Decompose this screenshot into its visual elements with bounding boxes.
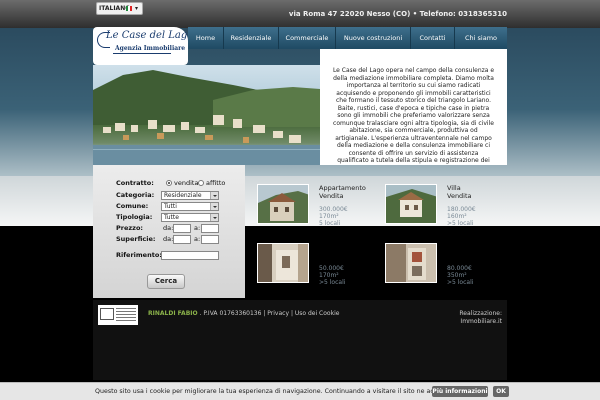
listing-area: 160m² bbox=[447, 213, 467, 220]
nav-chi-siamo[interactable]: Chi siamo bbox=[455, 27, 507, 49]
credits-label: Realizzazione: bbox=[459, 310, 502, 317]
logo-subtitle: Agenzia Immobiliare bbox=[115, 45, 186, 52]
categoria-select[interactable]: Residenziale bbox=[161, 191, 219, 200]
listing-photo[interactable] bbox=[385, 184, 437, 224]
listing-price: 80.000€ bbox=[447, 265, 472, 272]
cookie-ok-button[interactable]: OK bbox=[493, 386, 509, 397]
fiaip-logo bbox=[98, 305, 138, 325]
vendita-label: vendita bbox=[174, 179, 199, 187]
cookie-policy-link[interactable]: Uso dei Cookie bbox=[295, 310, 340, 317]
footer: RINALDI FABIO . P.IVA 01763360136 | Priv… bbox=[93, 300, 507, 380]
listing-area: 350m² bbox=[447, 272, 467, 279]
phone-label: Telefono: bbox=[419, 10, 456, 18]
prezzo-da-input[interactable] bbox=[173, 224, 191, 233]
cookie-message: Questo sito usa i cookie per migliorare … bbox=[95, 388, 467, 395]
cerca-button[interactable]: Cerca bbox=[147, 274, 185, 289]
listing-photo[interactable] bbox=[257, 243, 309, 283]
listing-price: 50.000€ bbox=[319, 265, 344, 272]
nav-contatti[interactable]: Contatti bbox=[411, 27, 455, 49]
tipologia-value: Tutte bbox=[164, 214, 179, 221]
chevron-down-icon bbox=[210, 214, 218, 221]
main-nav: Home Residenziale Commerciale Nuove cost… bbox=[188, 27, 507, 49]
footer-legal: RINALDI FABIO . P.IVA 01763360136 | Priv… bbox=[148, 310, 339, 317]
footer-separator: | bbox=[290, 310, 293, 317]
chevron-down-icon bbox=[210, 192, 218, 199]
address: via Roma 47 22020 Nesso (CO) bbox=[288, 10, 411, 18]
search-panel: Contratto: vendita affitto Categoria: Re… bbox=[93, 165, 245, 298]
contact-separator: • bbox=[412, 10, 418, 18]
logo-title: Le Case del Lago bbox=[106, 30, 194, 41]
listing-price: 300.000€ bbox=[319, 206, 348, 213]
language-select[interactable]: ITALIANO ▾ bbox=[96, 2, 143, 15]
fiaip-logo-mark bbox=[100, 308, 114, 320]
listing-title: Appartamento Vendita bbox=[319, 184, 366, 200]
intro-text: Le Case del Lago opera nel campo della c… bbox=[332, 67, 495, 165]
nav-home[interactable]: Home bbox=[188, 27, 224, 49]
listing-rooms: >5 locali bbox=[447, 279, 474, 286]
listing-rooms: >5 locali bbox=[447, 220, 474, 227]
prezzo-label: Prezzo: bbox=[116, 224, 144, 232]
listing-title: Villa Vendita bbox=[447, 184, 472, 200]
lake-photo bbox=[93, 65, 320, 165]
riferimento-input[interactable] bbox=[161, 251, 219, 260]
comune-value: Tutti bbox=[164, 203, 177, 210]
affitto-label: affitto bbox=[206, 179, 226, 187]
cookie-banner: Questo sito usa i cookie per migliorare … bbox=[0, 382, 600, 400]
listing-card[interactable]: Appartamento Vendita 300.000€ 170m² 5 loc… bbox=[257, 184, 366, 230]
superficie-da-input[interactable] bbox=[173, 235, 191, 244]
listing-photo[interactable] bbox=[257, 184, 309, 224]
listing-rooms: 5 locali bbox=[319, 220, 341, 227]
nav-commerciale[interactable]: Commerciale bbox=[279, 27, 336, 49]
phone-number: 0318365310 bbox=[458, 10, 507, 18]
categoria-label: Categoria: bbox=[116, 191, 155, 199]
prezzo-da-label: da: bbox=[163, 224, 174, 232]
listing-photo[interactable] bbox=[385, 243, 437, 283]
affitto-radio[interactable] bbox=[198, 180, 204, 186]
prezzo-a-label: a: bbox=[194, 224, 201, 232]
fiaip-logo-text-lines bbox=[116, 308, 136, 309]
tipologia-label: Tipologia: bbox=[116, 213, 153, 221]
contratto-label: Contratto: bbox=[116, 179, 154, 187]
superficie-a-label: a: bbox=[194, 235, 201, 243]
comune-label: Comune: bbox=[116, 202, 149, 210]
prezzo-a-input[interactable] bbox=[201, 224, 219, 233]
contact-info: via Roma 47 22020 Nesso (CO) • Telefono:… bbox=[289, 10, 507, 18]
superficie-da-label: da: bbox=[163, 235, 174, 243]
nav-nuove-costruzioni[interactable]: Nuove costruzioni bbox=[336, 27, 411, 49]
listing-card[interactable]: 80.000€ 350m² >5 locali bbox=[385, 243, 485, 289]
company-name: RINALDI FABIO bbox=[148, 310, 198, 317]
listing-card[interactable]: Villa Vendita 180.000€ 160m² >5 locali bbox=[385, 184, 485, 230]
vat-number: . P.IVA 01763360136 | bbox=[199, 310, 266, 317]
categoria-value: Residenziale bbox=[164, 192, 202, 199]
italian-flag-icon bbox=[126, 6, 132, 11]
superficie-label: Superficie: bbox=[116, 235, 156, 243]
listing-card[interactable]: 50.000€ 170m² >5 locali bbox=[257, 243, 357, 289]
chevron-down-icon bbox=[210, 203, 218, 210]
listing-price: 180.000€ bbox=[447, 206, 476, 213]
vendita-radio[interactable] bbox=[166, 180, 172, 186]
privacy-link[interactable]: Privacy bbox=[267, 310, 289, 317]
listing-area: 170m² bbox=[319, 272, 339, 279]
credits-link[interactable]: Immobiliare.it bbox=[459, 318, 502, 326]
credits: Realizzazione: Immobiliare.it bbox=[459, 310, 502, 326]
nav-residenziale[interactable]: Residenziale bbox=[224, 27, 279, 49]
cookie-more-info-button[interactable]: Più informazioni bbox=[432, 386, 488, 397]
superficie-a-input[interactable] bbox=[201, 235, 219, 244]
comune-select[interactable]: Tutti bbox=[161, 202, 219, 211]
listing-area: 170m² bbox=[319, 213, 339, 220]
chevron-down-icon: ▾ bbox=[135, 5, 139, 12]
tipologia-select[interactable]: Tutte bbox=[161, 213, 219, 222]
riferimento-label: Riferimento: bbox=[116, 251, 162, 259]
logo-divider bbox=[113, 53, 171, 54]
site-logo[interactable]: Le Case del Lago Agenzia Immobiliare bbox=[93, 27, 193, 65]
intro-text-panel: Le Case del Lago opera nel campo della c… bbox=[320, 49, 507, 165]
listing-rooms: >5 locali bbox=[319, 279, 346, 286]
